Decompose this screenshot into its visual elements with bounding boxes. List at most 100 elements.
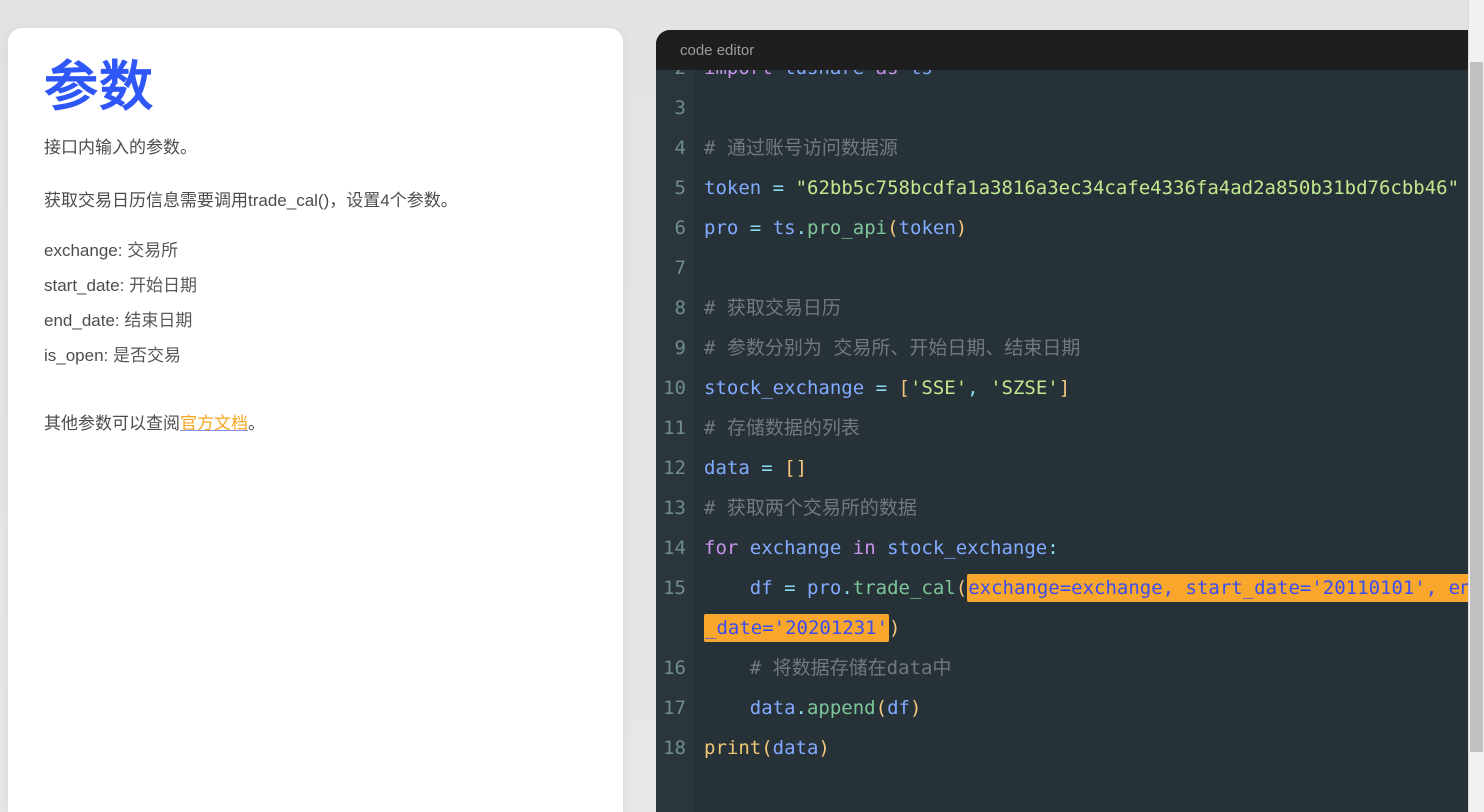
code-line-5: token = "62bb5c758bcdfa1a3816a3ec34cafe4… <box>704 168 1484 208</box>
line-number: 13 <box>663 497 686 519</box>
code-editor-card: code editor 2 3 4 5 6 7 8 9 10 11 12 13 <box>656 30 1484 812</box>
token-paren-close: ) <box>955 217 968 239</box>
token-iterable: stock_exchange <box>887 537 1048 559</box>
token-string-apikey: "62bb5c758bcdfa1a3816a3ec34cafe4336fa4ad… <box>795 177 1460 199</box>
page-scrollbar-thumb[interactable] <box>1470 62 1483 752</box>
line-number: 2 <box>656 70 686 88</box>
code-line-4: # 通过账号访问数据源 <box>704 128 1484 168</box>
token-operator: = <box>875 377 888 399</box>
line-number-gutter: 2 3 4 5 6 7 8 9 10 11 12 13 14 15 16 17 <box>656 70 694 812</box>
code-line-15: df = pro.trade_cal(exchange=exchange, st… <box>704 568 1484 648</box>
code-text-area[interactable]: import tushare as ts # 通过账号访问数据源 token =… <box>694 70 1484 812</box>
line-number: 7 <box>674 257 686 279</box>
line-number: 8 <box>674 297 686 319</box>
code-lines: import tushare as ts # 通过账号访问数据源 token =… <box>704 70 1484 768</box>
line-number: 17 <box>663 697 686 719</box>
token-function-pro-api: pro_api <box>807 217 888 239</box>
line-number: 10 <box>663 377 686 399</box>
line-number: 16 <box>663 657 686 679</box>
param-name: start_date: <box>44 276 125 296</box>
code-editor-header: code editor <box>656 30 1484 70</box>
description-paragraph: 获取交易日历信息需要调用trade_cal()，设置4个参数。 <box>44 191 458 211</box>
token-comment: # 参数分别为 交易所、开始日期、结束日期 <box>704 337 1081 359</box>
line-number: 3 <box>674 97 686 119</box>
token-object-data: data <box>749 697 796 719</box>
token-variable-pro: pro <box>704 217 739 239</box>
token-bracket-close: ] <box>1058 377 1071 399</box>
line-number: 18 <box>663 737 686 759</box>
documentation-content: 参数 接口内输入的参数。 获取交易日历信息需要调用trade_cal()，设置4… <box>8 28 623 438</box>
footer-paragraph: 其他参数可以查阅官方文档。 <box>44 410 587 437</box>
token-dot: . <box>795 217 808 239</box>
token-bracket-open: [ <box>898 377 910 399</box>
code-line-6: pro = ts.pro_api(token) <box>704 208 1484 248</box>
token-keyword-as: as <box>876 70 899 79</box>
intro-paragraph: 接口内输入的参数。 <box>44 138 197 158</box>
token-operator: = <box>749 217 762 239</box>
token-dot: . <box>795 697 807 719</box>
token-module-tushare: tushare <box>784 70 864 79</box>
token-alias-ts: ts <box>910 70 933 79</box>
list-item: end_date: 结束日期 <box>44 312 587 347</box>
param-name: end_date: <box>44 311 120 331</box>
token-paren-open: ( <box>761 737 773 759</box>
token-string-szse: 'SZSE' <box>990 377 1059 399</box>
code-line-13: # 获取两个交易所的数据 <box>704 488 1484 528</box>
documentation-card: 参数 接口内输入的参数。 获取交易日历信息需要调用trade_cal()，设置4… <box>8 28 623 812</box>
token-colon: : <box>1047 537 1059 559</box>
token-dot: . <box>841 577 853 599</box>
token-operator: = <box>761 457 773 479</box>
line-number: 11 <box>663 417 686 439</box>
token-object-pro: pro <box>807 577 842 599</box>
token-variable-df: df <box>749 577 773 599</box>
token-builtin-print: print <box>704 737 762 759</box>
token-variable-data: data <box>704 457 750 479</box>
page-scrollbar[interactable] <box>1468 0 1484 812</box>
official-docs-link[interactable]: 官方文档 <box>180 414 248 433</box>
token-comment: # 存储数据的列表 <box>704 417 860 439</box>
line-number: 14 <box>663 537 686 559</box>
token-function-append: append <box>806 697 876 719</box>
line-number: 6 <box>674 217 686 239</box>
line-numbers: 2 3 4 5 6 7 8 9 10 11 12 13 14 15 16 17 <box>656 70 694 768</box>
code-line-14: for exchange in stock_exchange: <box>704 528 1484 568</box>
code-line-16: # 将数据存储在data中 <box>704 648 1484 688</box>
param-description: 结束日期 <box>124 311 193 331</box>
code-line-8: # 获取交易日历 <box>704 288 1484 328</box>
page-title: 参数 <box>44 57 154 117</box>
token-function-trade-cal: trade_cal <box>852 577 956 599</box>
page-root: 参数 接口内输入的参数。 获取交易日历信息需要调用trade_cal()，设置4… <box>0 0 1484 812</box>
code-line-10: stock_exchange = ['SSE', 'SZSE'] <box>704 368 1484 408</box>
token-paren-close: ) <box>889 617 901 639</box>
token-operator: = <box>784 577 796 599</box>
line-number: 12 <box>663 457 686 479</box>
code-line-12: data = [] <box>704 448 1484 488</box>
token-comment: # 获取两个交易所的数据 <box>704 497 917 519</box>
param-name: exchange: <box>44 241 123 261</box>
param-name: is_open: <box>44 346 109 366</box>
token-keyword-import: import <box>704 70 773 79</box>
token-comma: , <box>967 377 979 399</box>
token-keyword-for: for <box>704 537 739 559</box>
code-line-9: # 参数分别为 交易所、开始日期、结束日期 <box>704 328 1484 368</box>
token-module-ts: ts <box>772 217 796 239</box>
token-argument-df: df <box>887 697 910 719</box>
code-line-18: print(data) <box>704 728 1484 768</box>
line-number: 5 <box>674 177 686 199</box>
token-paren-open: ( <box>875 697 888 719</box>
code-editor-body[interactable]: 2 3 4 5 6 7 8 9 10 11 12 13 14 15 16 17 <box>656 70 1484 812</box>
token-loop-variable: exchange <box>749 537 842 559</box>
token-keyword-in: in <box>852 537 876 559</box>
token-argument-data: data <box>772 737 819 759</box>
line-number: 9 <box>674 337 686 359</box>
param-description: 开始日期 <box>129 276 198 296</box>
token-paren-close: ) <box>818 737 830 759</box>
list-item: start_date: 开始日期 <box>44 277 587 312</box>
line-number: 4 <box>674 137 686 159</box>
token-argument-token: token <box>898 217 956 239</box>
token-comment: # 将数据存储在data中 <box>749 657 952 679</box>
line-number: 15 <box>663 577 686 599</box>
parameter-list: exchange: 交易所 start_date: 开始日期 end_date:… <box>44 242 587 382</box>
token-comment: # 通过账号访问数据源 <box>704 137 898 159</box>
